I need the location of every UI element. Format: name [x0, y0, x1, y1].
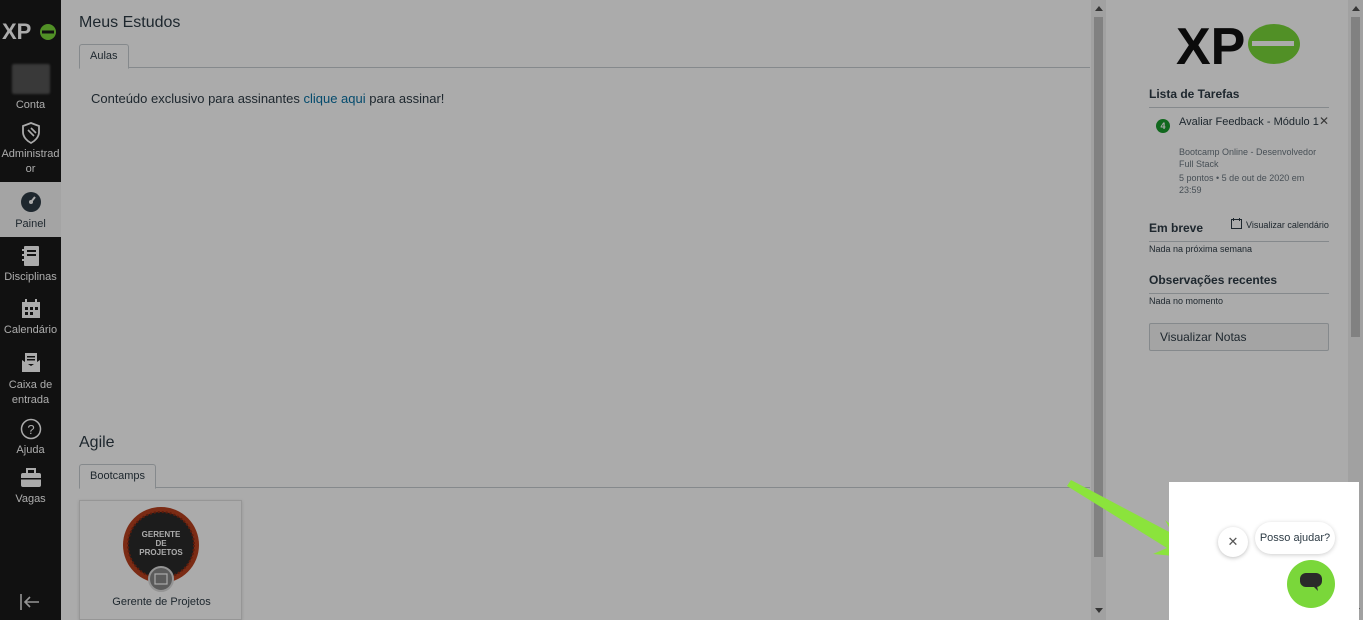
chat-icon	[1299, 571, 1323, 598]
chat-prompt-bubble[interactable]: Posso ajudar?	[1255, 522, 1335, 554]
close-icon[interactable]: ✕	[1218, 527, 1248, 557]
chat-widget: ✕ Posso ajudar?	[1169, 482, 1359, 620]
chat-launcher-button[interactable]	[1287, 560, 1335, 608]
